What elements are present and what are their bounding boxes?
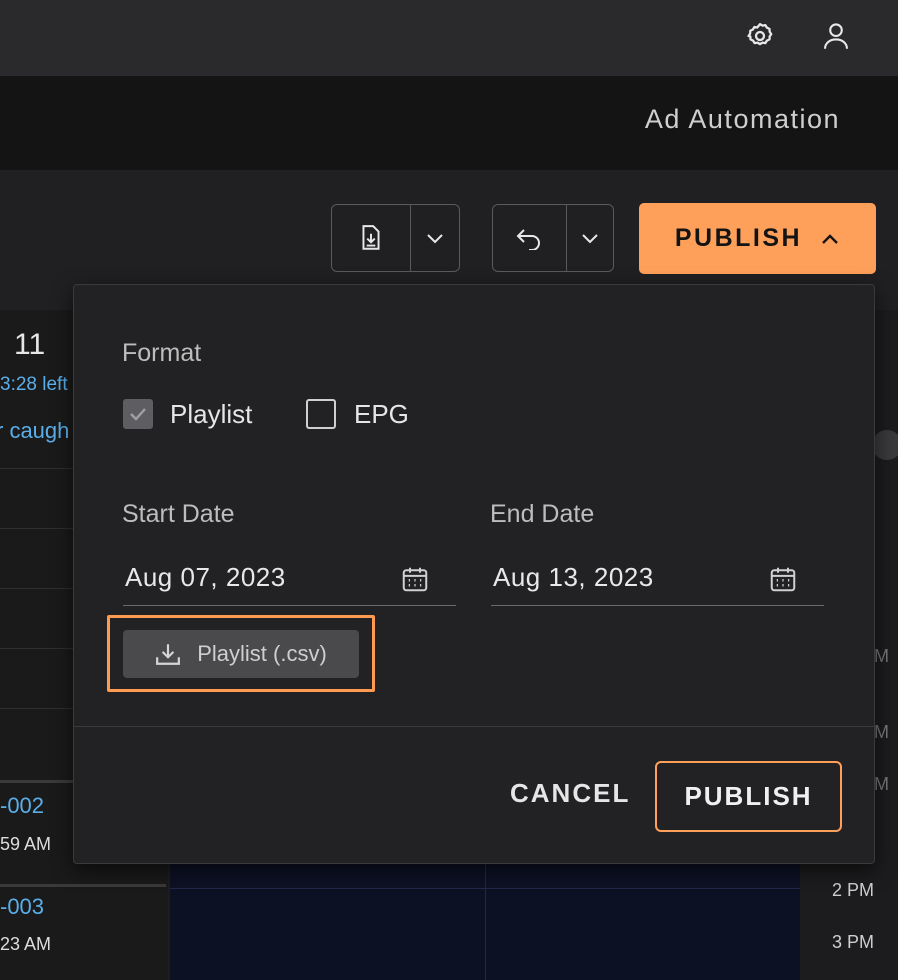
file-download-icon — [362, 225, 380, 250]
time-label: M — [874, 646, 889, 666]
scroll-indicator[interactable] — [872, 430, 898, 460]
item-time: 23 AM — [0, 934, 52, 954]
day-number: 11 — [14, 328, 46, 361]
undo-dropdown-button[interactable] — [566, 205, 613, 271]
export-file-button[interactable] — [332, 205, 410, 271]
publish-button-label: PUBLISH — [684, 781, 813, 811]
start-date-label: Start Date — [122, 500, 235, 528]
checkmark-icon — [130, 408, 146, 421]
time-label: M — [874, 722, 889, 742]
end-date-label: End Date — [490, 500, 595, 528]
dialog-divider — [74, 726, 874, 727]
playlist-checkbox[interactable] — [123, 399, 153, 429]
end-date-field[interactable]: Aug 13, 2023 — [491, 550, 824, 606]
time-label: M — [874, 774, 889, 794]
row-divider — [0, 884, 166, 887]
undo-icon — [516, 229, 540, 250]
undo-split-button — [492, 204, 614, 272]
format-label: Format — [122, 339, 202, 367]
start-date-field[interactable]: Aug 07, 2023 — [123, 550, 456, 606]
grid-line — [485, 860, 486, 980]
chevron-up-icon — [822, 233, 838, 244]
annotation-highlight — [107, 615, 375, 692]
time-left: 3:28 left — [0, 374, 68, 395]
publish-button[interactable]: PUBLISH — [655, 761, 842, 832]
user-profile-icon[interactable] — [816, 16, 856, 56]
schedule-grid — [170, 860, 800, 980]
chevron-down-icon — [427, 234, 443, 244]
chevron-down-icon — [582, 234, 598, 244]
publish-menu-button[interactable]: PUBLISH — [639, 203, 876, 274]
section-title: Ad Automation — [644, 104, 840, 134]
undo-button[interactable] — [493, 205, 566, 271]
export-split-button — [331, 204, 460, 272]
item-time: 59 AM — [0, 834, 52, 854]
calendar-icon[interactable] — [768, 564, 798, 594]
cancel-button[interactable]: CANCEL — [510, 778, 630, 809]
item-id[interactable]: -003 — [0, 894, 44, 920]
item-id[interactable]: -002 — [0, 793, 44, 819]
grid-line — [170, 888, 800, 889]
export-dropdown-button[interactable] — [410, 205, 459, 271]
time-label: 3 PM — [832, 932, 875, 952]
epg-checkbox[interactable] — [306, 399, 336, 429]
playlist-checkbox-label: Playlist — [170, 399, 253, 429]
end-date-value: Aug 13, 2023 — [493, 562, 654, 592]
publish-menu-label: PUBLISH — [674, 224, 803, 252]
time-label: 2 PM — [832, 880, 875, 900]
calendar-icon[interactable] — [400, 564, 430, 594]
epg-checkbox-label: EPG — [354, 399, 409, 429]
settings-gear-icon[interactable] — [740, 16, 780, 56]
start-date-value: Aug 07, 2023 — [125, 562, 286, 592]
caught-text[interactable]: r caugh — [0, 418, 69, 444]
